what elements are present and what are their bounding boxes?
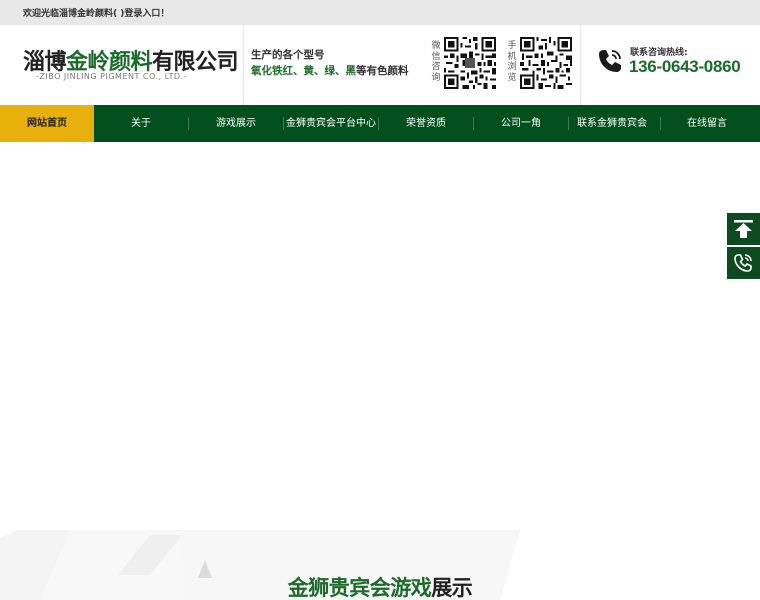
nav-item-games[interactable]: 游戏展示 <box>189 105 283 142</box>
top-bar: 欢迎光临淄博金岭颜料( )登录入口！ <box>0 0 760 25</box>
call-button[interactable] <box>727 247 760 279</box>
qr-code-icon <box>444 37 496 89</box>
qr-label-mobile: 手机浏览 <box>507 41 517 83</box>
main-nav: 网站首页 关于 游戏展示 金狮贵宾会平台中心 荣誉资质 公司一角 联系金狮贵宾会… <box>0 105 760 142</box>
back-to-top-button[interactable] <box>727 213 760 245</box>
nav-item-platform[interactable]: 金狮贵宾会平台中心 <box>284 105 378 142</box>
hero-banner <box>0 142 760 530</box>
nav-item-message[interactable]: 在线留言 <box>660 105 754 142</box>
section-title-accent: 金狮贵宾会游戏 <box>287 576 432 600</box>
section-title-rest: 展示 <box>431 576 473 600</box>
nav-item-about[interactable]: 关于 <box>94 105 188 142</box>
qr-label-wechat: 微信咨询 <box>431 41 441 83</box>
nav-item-home[interactable]: 网站首页 <box>0 105 94 142</box>
hotline-number[interactable]: 136-0643-0860 <box>629 57 741 77</box>
welcome-text[interactable]: 欢迎光临淄博金岭颜料( )登录入口！ <box>23 6 169 19</box>
logo-subtitle: -ZIBO JINLING PIGMENT CO., LTD.- <box>36 72 187 81</box>
products-heading: 生产的各个型号 <box>251 49 325 61</box>
section-title: 金狮贵宾会游戏展示 <box>0 572 760 600</box>
nav-item-contact[interactable]: 联系金狮贵宾会 <box>565 105 659 142</box>
header-divider <box>580 25 581 105</box>
phone-icon <box>599 50 621 72</box>
products-highlight: 氧化铁红、黄、绿、黑 <box>251 65 356 77</box>
products-list: 氧化铁红、黄、绿、黑等有色颜料 <box>251 63 409 78</box>
nav-item-honors[interactable]: 荣誉资质 <box>379 105 473 142</box>
products-rest: 等有色颜料 <box>356 65 409 77</box>
phone-icon <box>734 254 752 272</box>
header-divider <box>243 25 244 105</box>
qr-code-icon <box>520 37 572 89</box>
header: 淄博金岭颜料有限公司 -ZIBO JINLING PIGMENT CO., LT… <box>0 25 760 105</box>
back-to-top-icon <box>734 220 753 238</box>
nav-item-company[interactable]: 公司一角 <box>474 105 568 142</box>
